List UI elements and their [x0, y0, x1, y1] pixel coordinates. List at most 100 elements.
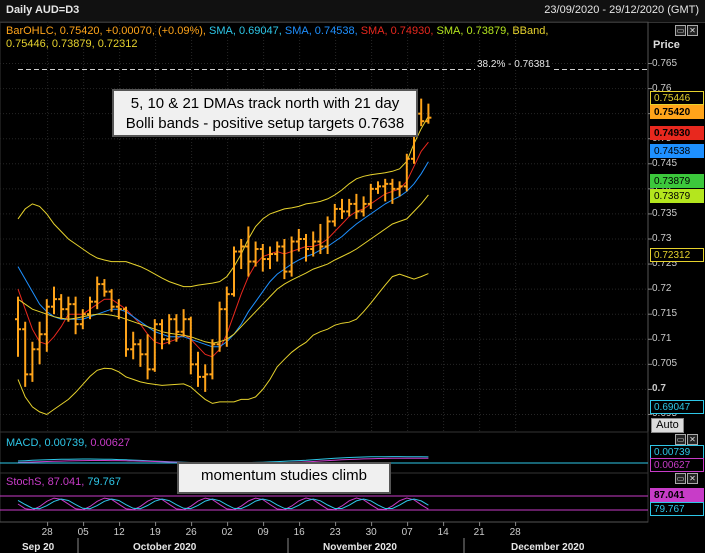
macd-panel-controls[interactable]: ▭ ✕: [674, 434, 698, 445]
ohlc-bar: [22, 321, 29, 387]
main-legend-line-2: 0.75446, 0.73879, 0.72312: [6, 38, 138, 50]
ohlc-bar: [353, 193, 360, 219]
ohlc-bar: [324, 216, 331, 255]
price-tag: 0.72312: [650, 248, 704, 262]
price-axis-title: Price: [653, 39, 680, 51]
ohlc-bar: [202, 364, 209, 392]
ohlc-bar: [274, 241, 281, 262]
ohlc-bar: [195, 351, 201, 387]
ohlc-bar: [245, 226, 252, 277]
bband-values: 0.75446, 0.73879, 0.72312: [6, 38, 138, 50]
ohlc-bar: [238, 238, 245, 270]
day-tick-label: 16: [293, 527, 305, 538]
day-tick-label: 14: [437, 527, 449, 538]
restore-icon[interactable]: ▭: [675, 434, 686, 445]
price-tag: 0.74538: [650, 144, 704, 158]
ohlc-bar: [259, 244, 266, 272]
month-label: Sep 20: [22, 542, 55, 553]
ohlc-bar: [288, 236, 295, 277]
ohlc-bar: [159, 319, 165, 350]
legend-item: BBand,: [512, 25, 549, 37]
indicator-tag: 0.00739: [650, 445, 704, 459]
series-line-1: [17, 161, 429, 348]
price-tick-label: 0.735: [652, 207, 678, 219]
series-line-2: [17, 115, 429, 288]
macd-name: MACD, 0.00739,: [6, 437, 88, 449]
ohlc-bar: [187, 316, 194, 375]
stoch-name: StochS, 87.041,: [6, 476, 85, 488]
auto-scale-button[interactable]: Auto: [651, 418, 684, 433]
price-tag: 0.75420: [650, 105, 704, 119]
annotation-line-1: 5, 10 & 21 DMAs track north with 21 day: [130, 95, 400, 112]
ohlc-bar: [130, 331, 137, 360]
chart-window: Daily AUD=D3 23/09/2020 - 29/12/2020 (GM…: [0, 0, 705, 553]
day-tick-label: 19: [149, 527, 161, 538]
legend-item: SMA, 0.73879,: [436, 25, 513, 37]
momentum-annotation: momentum studies climb: [177, 462, 391, 494]
ohlc-bar: [58, 294, 65, 320]
ohlc-bar: [382, 178, 389, 202]
ohlc-bar: [94, 276, 101, 310]
day-tick-label: 05: [77, 527, 89, 538]
ohlc-bar: [375, 181, 381, 194]
indicator-tag: 79.767: [650, 502, 704, 516]
day-tick-label: 12: [113, 527, 125, 538]
stoch-legend: StochS, 87.041, 79.767: [6, 476, 121, 488]
close-icon[interactable]: ✕: [687, 25, 698, 36]
close-icon[interactable]: ✕: [687, 473, 698, 484]
month-label: October 2020: [133, 542, 197, 553]
ohlc-bar: [29, 341, 36, 382]
stoch-d-value: 79.767: [87, 476, 121, 488]
legend-item: SMA, 0.74930,: [360, 25, 437, 37]
price-tick-label: 0.765: [652, 57, 678, 69]
indicator-tag: 87.041: [650, 488, 704, 502]
price-tick-label: 0.715: [652, 308, 678, 320]
price-tick-label: 0.745: [652, 157, 678, 169]
day-tick-label: 28: [41, 527, 53, 538]
legend-item: SMA, 0.69047,: [209, 25, 285, 37]
day-tick-label: 28: [509, 527, 521, 538]
stoch-panel-controls[interactable]: ▭ ✕: [674, 473, 698, 484]
legend-item: SMA, 0.74538,: [284, 25, 361, 37]
macd-legend: MACD, 0.00739, 0.00627: [6, 437, 130, 449]
main-annotation: 5, 10 & 21 DMAs track north with 21 day …: [112, 89, 418, 137]
ohlc-bar: [101, 279, 108, 297]
legend-line-1: BarOHLC, 0.75420, +0.00070, (+0.09%), SM…: [6, 25, 548, 37]
price-tick-label: 0.72: [652, 283, 672, 295]
ohlc-bar: [360, 196, 367, 217]
price-tick-label: 0.705: [652, 358, 678, 370]
day-tick-label: 26: [185, 527, 197, 538]
legend-item: BarOHLC, 0.75420, +0.00070, (+0.09%),: [6, 25, 210, 37]
series-line-0: [17, 141, 429, 358]
ohlc-bar: [15, 296, 21, 357]
month-label: November 2020: [323, 542, 397, 553]
price-tag: 0.69047: [650, 400, 704, 414]
price-tick-label: 0.7: [652, 383, 666, 395]
price-tick-label: 0.73: [652, 232, 672, 244]
price-tick-label: 0.71: [652, 333, 672, 345]
ohlc-bar: [396, 181, 403, 197]
fib-level-label: 38.2% - 0.76381: [475, 59, 553, 70]
month-label: December 2020: [511, 542, 585, 553]
ohlc-bar: [209, 339, 216, 380]
ohlc-bar: [166, 314, 173, 345]
ohlc-bar: [51, 286, 57, 315]
annotation-line-2: Bolli bands - positive setup targets 0.7…: [125, 115, 405, 132]
indicator-tag: 0.00627: [650, 458, 704, 472]
ohlc-bar: [180, 309, 187, 337]
ohlc-bar: [403, 153, 410, 192]
day-tick-label: 02: [221, 527, 233, 538]
day-tick-label: 09: [257, 527, 269, 538]
ohlc-bar: [144, 334, 151, 380]
day-tick-label: 07: [401, 527, 413, 538]
ohlc-bar: [339, 198, 345, 219]
main-panel-controls[interactable]: ▭ ✕: [674, 25, 698, 36]
main-legend: BarOHLC, 0.75420, +0.00070, (+0.09%), SM…: [6, 25, 548, 37]
close-icon[interactable]: ✕: [687, 434, 698, 445]
restore-icon[interactable]: ▭: [675, 473, 686, 484]
day-tick-label: 23: [329, 527, 341, 538]
day-tick-label: 21: [473, 527, 485, 538]
restore-icon[interactable]: ▭: [675, 25, 686, 36]
price-tag: 0.73879: [650, 174, 704, 188]
ohlc-bar: [252, 241, 259, 267]
